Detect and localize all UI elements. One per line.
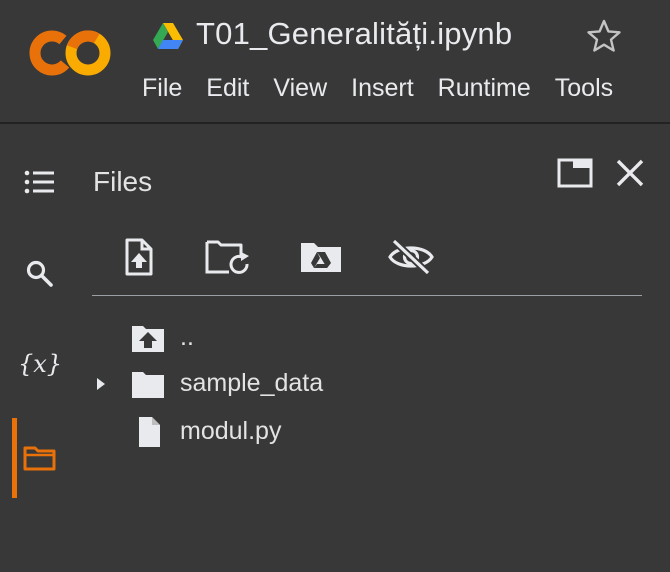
folder-icon bbox=[23, 446, 56, 471]
tree-item-parent[interactable]: .. bbox=[92, 318, 632, 358]
notebook-title[interactable]: T01_Generalități.ipynb bbox=[196, 16, 512, 52]
menu-tools[interactable]: Tools bbox=[555, 74, 613, 103]
menu-insert[interactable]: Insert bbox=[351, 74, 414, 103]
upload-file-button[interactable] bbox=[114, 234, 164, 280]
tree-item-label: modul.py bbox=[180, 417, 282, 445]
menu-file[interactable]: File bbox=[142, 74, 182, 103]
tree-item-sample-data[interactable]: sample_data bbox=[92, 364, 632, 404]
rail-item-files[interactable] bbox=[10, 430, 70, 486]
toggle-hidden-files-button[interactable] bbox=[386, 234, 436, 280]
caret-right-icon[interactable] bbox=[94, 376, 108, 392]
folder-up-icon bbox=[132, 326, 164, 352]
tree-item-label: .. bbox=[180, 323, 194, 351]
menu-runtime[interactable]: Runtime bbox=[438, 74, 531, 103]
file-icon bbox=[139, 417, 160, 447]
rail-item-table-of-contents[interactable] bbox=[10, 154, 70, 210]
search-icon bbox=[26, 260, 53, 287]
files-panel-title: Files bbox=[93, 166, 153, 197]
folder-icon bbox=[132, 372, 164, 398]
close-icon bbox=[616, 159, 644, 187]
menu-view[interactable]: View bbox=[273, 74, 327, 103]
tree-item-modul-py[interactable]: modul.py bbox=[92, 412, 632, 452]
close-panel-button[interactable] bbox=[611, 154, 649, 192]
file-upload-icon bbox=[125, 238, 153, 276]
eye-off-icon bbox=[388, 239, 434, 275]
rail-item-search[interactable] bbox=[10, 246, 70, 302]
window-icon bbox=[557, 158, 593, 188]
menu-bar: File Edit View Insert Runtime Tools bbox=[142, 74, 637, 108]
open-in-tab-button[interactable] bbox=[556, 154, 594, 192]
refresh-button[interactable] bbox=[204, 234, 254, 280]
rail-item-variables[interactable]: {x} bbox=[10, 336, 70, 392]
tree-item-label: sample_data bbox=[180, 369, 324, 397]
colab-logo[interactable] bbox=[28, 26, 112, 80]
variables-icon: {x} bbox=[17, 350, 63, 378]
drive-folder-icon bbox=[301, 243, 341, 272]
header: T01_Generalități.ipynb File Edit View Inser… bbox=[0, 0, 670, 122]
star-icon[interactable] bbox=[586, 18, 622, 54]
google-drive-icon bbox=[153, 23, 183, 49]
folder-refresh-icon bbox=[205, 240, 249, 274]
list-icon bbox=[24, 170, 54, 194]
menu-edit[interactable]: Edit bbox=[206, 74, 249, 103]
toolbar-divider bbox=[92, 295, 642, 296]
header-divider bbox=[0, 122, 670, 124]
mount-drive-button[interactable] bbox=[296, 234, 346, 280]
